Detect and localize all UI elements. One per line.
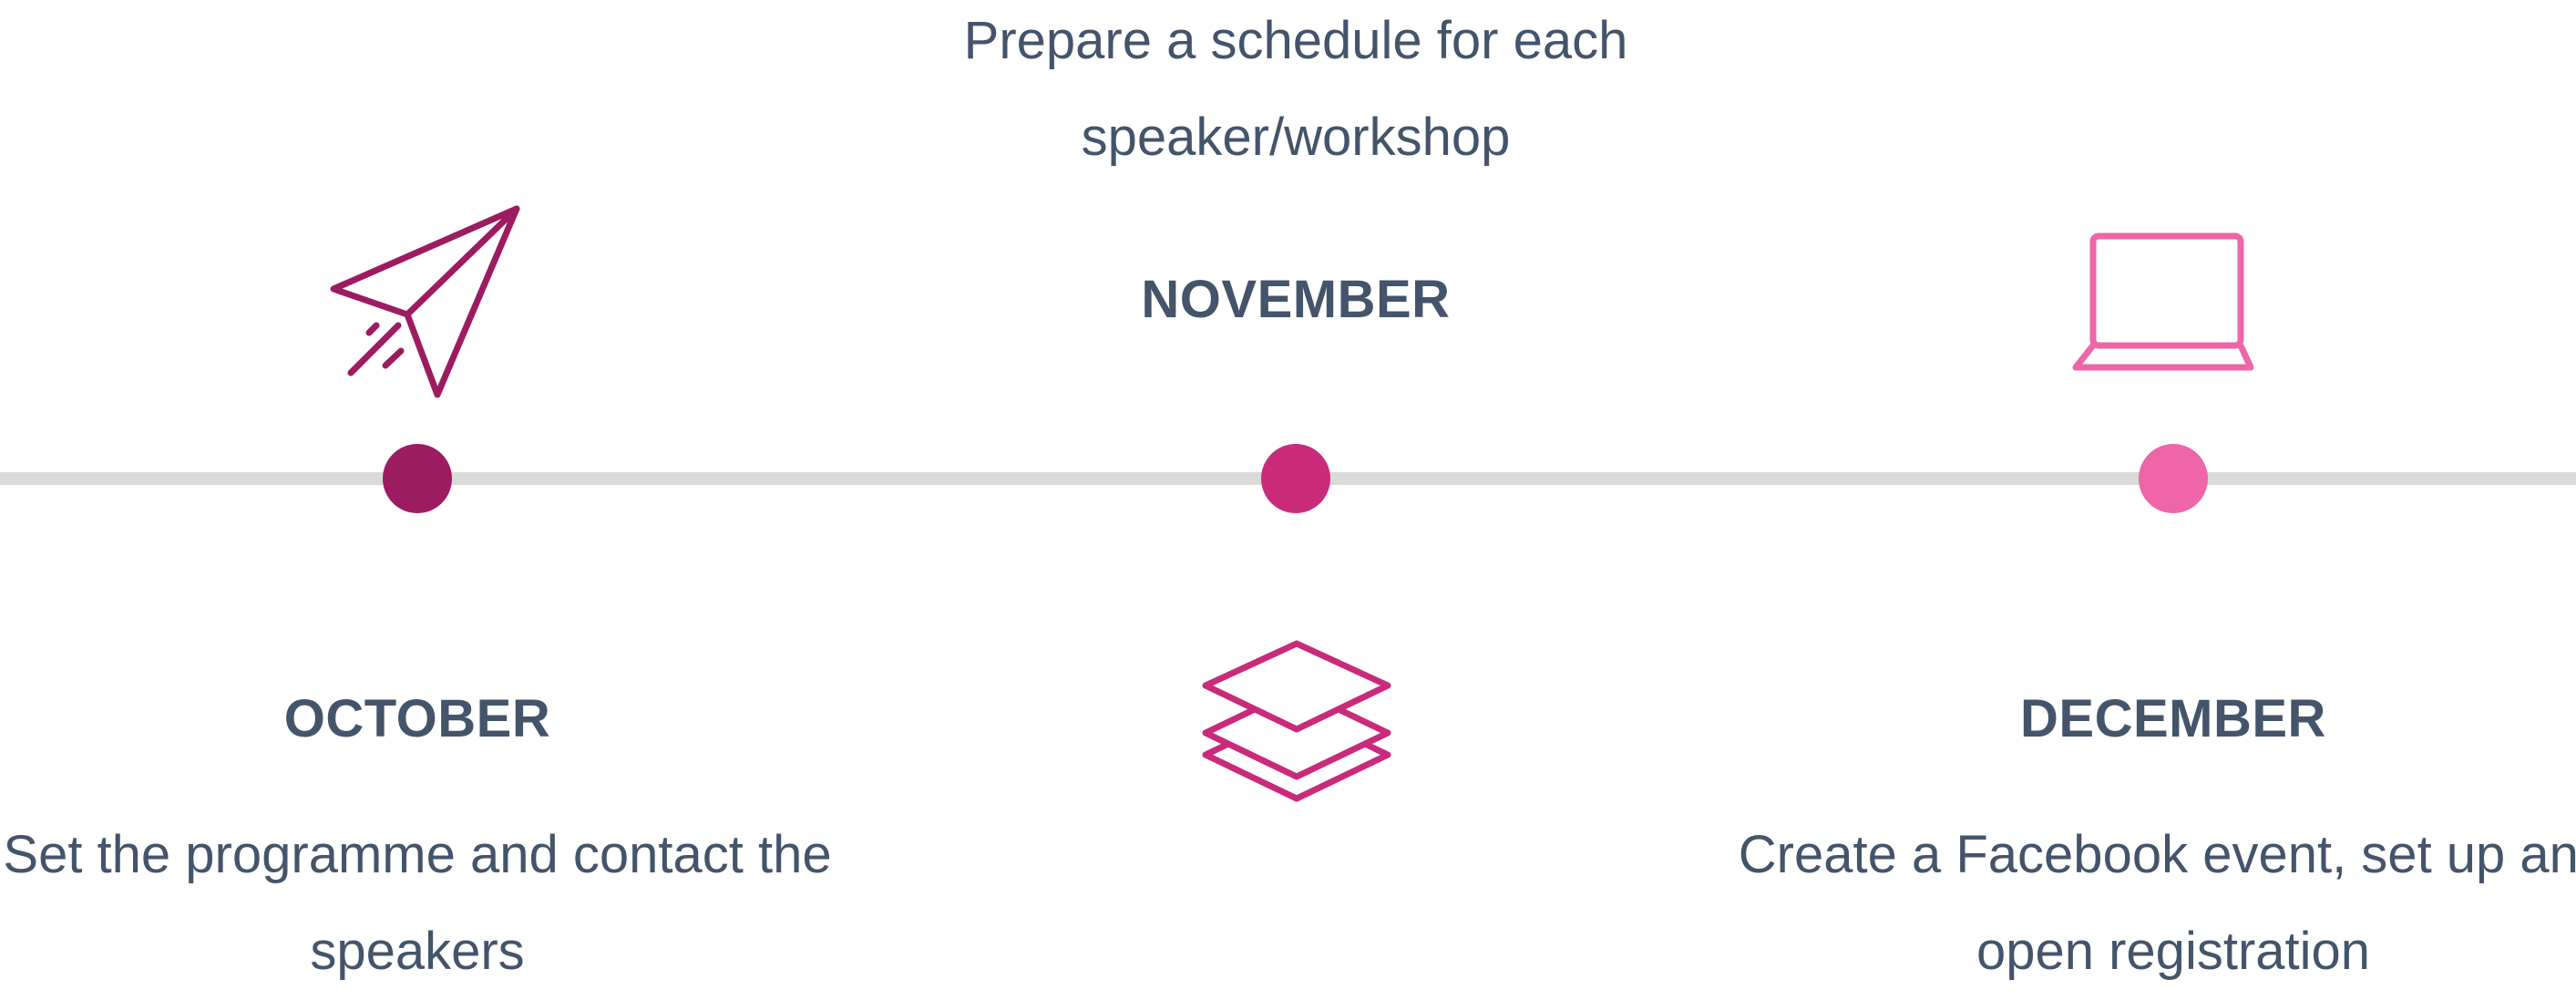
milestone-dot-october (383, 444, 452, 513)
milestone-description-october: Set the programme and contact the speake… (3, 825, 832, 981)
laptop-icon (2068, 232, 2260, 374)
month-label-december: DECEMBER (2020, 689, 2326, 748)
paper-plane-icon (328, 205, 529, 401)
milestone-dot-december (2139, 444, 2208, 513)
milestone-description-december: Create a Facebook event, set up and open… (1738, 825, 2576, 981)
milestone-description-november: Prepare a schedule for each speaker/work… (963, 11, 1628, 167)
layers-icon (1201, 638, 1392, 802)
month-label-october: OCTOBER (283, 689, 551, 748)
milestone-dot-november (1261, 444, 1330, 513)
month-label-november: NOVEMBER (1141, 270, 1451, 329)
